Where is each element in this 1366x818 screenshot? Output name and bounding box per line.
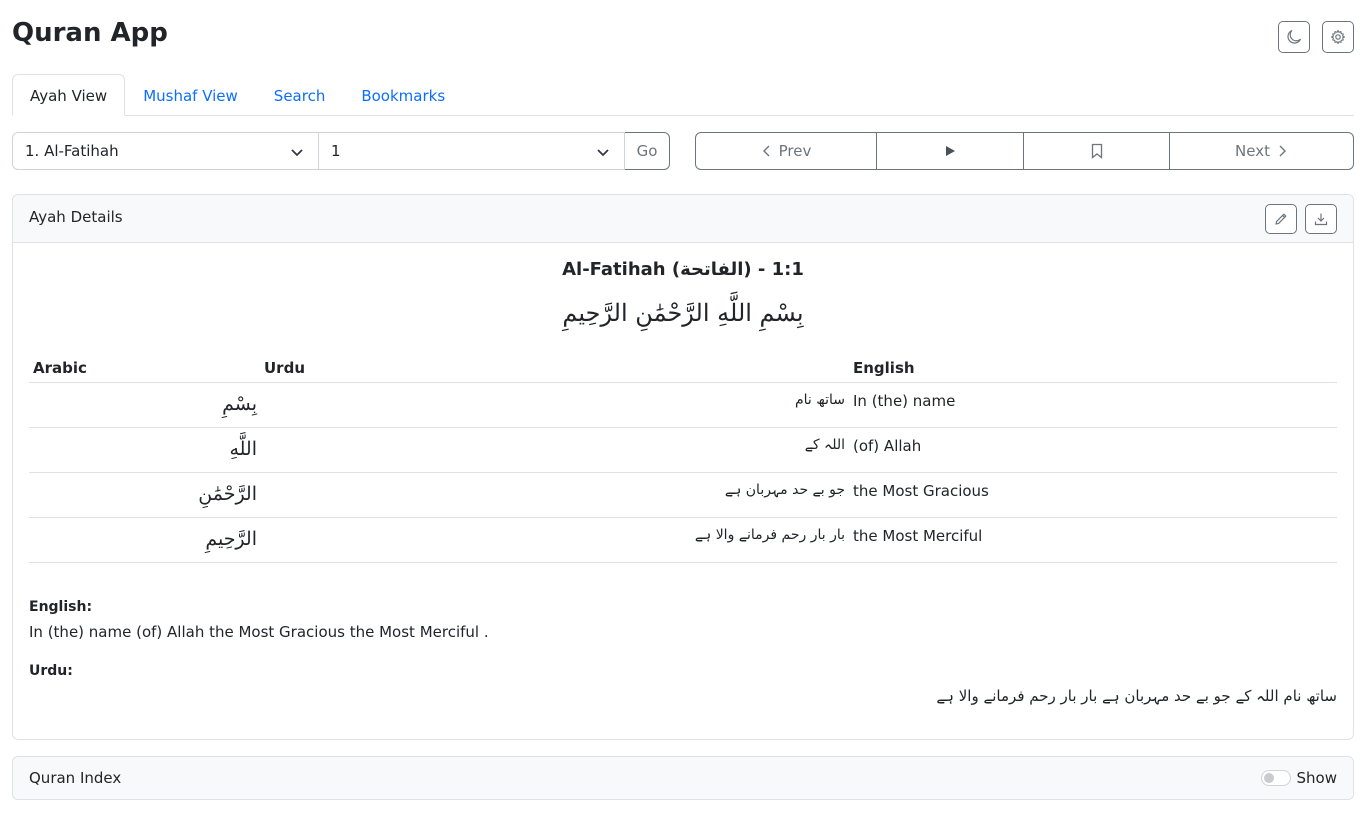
word-urdu: ساتھ نام bbox=[794, 392, 845, 408]
next-button[interactable]: Next bbox=[1169, 132, 1354, 170]
word-english: (of) Allah bbox=[853, 437, 922, 455]
english-translation-text: In (the) name (of) Allah the Most Gracio… bbox=[29, 623, 489, 641]
column-english: English bbox=[853, 359, 915, 377]
table-row: بِسْمِ ساتھ نام In (the) name bbox=[29, 383, 1337, 428]
settings-button[interactable] bbox=[1322, 21, 1354, 53]
ayah-details-header: Ayah Details bbox=[13, 195, 1353, 243]
show-index-label: Show bbox=[1296, 769, 1337, 787]
show-index-toggle[interactable] bbox=[1261, 770, 1291, 786]
ayah-navigation: Prev Next bbox=[695, 132, 1354, 170]
tab-bookmarks[interactable]: Bookmarks bbox=[343, 74, 463, 116]
ayah-select-value: 1 bbox=[331, 142, 341, 160]
urdu-translation-label: Urdu: bbox=[29, 663, 73, 679]
ayah-details-card: Ayah Details Al-Fatihah (الفاتحة) - 1:1 … bbox=[12, 194, 1354, 740]
table-row: اللَّهِ اللہ کے (of) Allah bbox=[29, 428, 1337, 473]
word-urdu: جو بے حد مہربان ہے bbox=[724, 482, 845, 498]
edit-button[interactable] bbox=[1265, 204, 1297, 234]
word-english: the Most Gracious bbox=[853, 482, 989, 500]
prev-button[interactable]: Prev bbox=[695, 132, 877, 170]
bookmark-button[interactable] bbox=[1023, 132, 1170, 170]
chevron-right-icon bbox=[1279, 145, 1286, 157]
quran-index-card: Quran Index Show bbox=[12, 756, 1354, 800]
word-arabic: الرَّحْمَٰنِ bbox=[198, 483, 257, 505]
app-title: Quran App bbox=[12, 18, 168, 48]
bookmark-icon bbox=[1091, 143, 1102, 159]
word-arabic: اللَّهِ bbox=[229, 438, 257, 460]
quran-index-title: Quran Index bbox=[29, 769, 122, 787]
tab-search[interactable]: Search bbox=[256, 74, 344, 116]
word-urdu: بار بار رحم فرمانے والا ہے bbox=[694, 527, 845, 543]
word-english: In (the) name bbox=[853, 392, 956, 410]
dark-mode-button[interactable] bbox=[1278, 21, 1310, 53]
app-header: Quran App bbox=[12, 14, 1354, 64]
tab-ayah-view[interactable]: Ayah View bbox=[12, 74, 126, 116]
chevron-left-icon bbox=[762, 145, 770, 157]
table-row: الرَّحِيمِ بار بار رحم فرمانے والا ہے th… bbox=[29, 518, 1337, 563]
column-arabic: Arabic bbox=[33, 359, 87, 377]
word-arabic: بِسْمِ bbox=[222, 393, 257, 415]
gear-icon bbox=[1330, 29, 1346, 45]
moon-icon bbox=[1287, 29, 1302, 44]
quran-index-header[interactable]: Quran Index Show bbox=[13, 757, 1353, 799]
toggle-knob bbox=[1264, 773, 1274, 783]
play-button[interactable] bbox=[876, 132, 1024, 170]
tab-mushaf-view[interactable]: Mushaf View bbox=[125, 74, 256, 116]
download-button[interactable] bbox=[1305, 204, 1337, 234]
main-tabs: Ayah View Mushaf View Search Bookmarks bbox=[12, 74, 1354, 116]
ayah-details-title: Ayah Details bbox=[29, 208, 123, 226]
word-urdu: اللہ کے bbox=[804, 437, 845, 453]
prev-label: Prev bbox=[778, 142, 812, 160]
table-header: Arabic Urdu English bbox=[29, 355, 1337, 383]
go-button[interactable]: Go bbox=[624, 132, 670, 170]
word-arabic: الرَّحِيمِ bbox=[205, 528, 257, 550]
word-english: the Most Merciful bbox=[853, 527, 983, 545]
play-icon bbox=[946, 146, 955, 156]
english-translation-label: English: bbox=[29, 599, 93, 615]
ayah-arabic-text: بِسْمِ اللَّهِ الرَّحْمَٰنِ الرَّحِيمِ bbox=[562, 299, 804, 327]
ayah-selector: 1. Al-Fatihah 1 Go bbox=[12, 132, 671, 170]
pencil-icon bbox=[1275, 213, 1287, 225]
download-icon bbox=[1314, 213, 1328, 226]
chevron-down-icon bbox=[597, 149, 609, 157]
ayah-reference-title: Al-Fatihah (الفاتحة) - 1:1 bbox=[562, 259, 804, 280]
chevron-down-icon bbox=[291, 149, 303, 157]
urdu-translation-text: ساتھ نام اللہ کے جو بے حد مہربان ہے بار … bbox=[936, 687, 1337, 705]
next-label: Next bbox=[1235, 142, 1270, 160]
surah-select-value: 1. Al-Fatihah bbox=[25, 142, 119, 160]
table-row: الرَّحْمَٰنِ جو بے حد مہربان ہے the Most… bbox=[29, 473, 1337, 518]
surah-select[interactable]: 1. Al-Fatihah bbox=[12, 132, 319, 170]
word-by-word-table: Arabic Urdu English بِسْمِ ساتھ نام In (… bbox=[29, 355, 1337, 563]
column-urdu: Urdu bbox=[264, 359, 305, 377]
ayah-select[interactable]: 1 bbox=[318, 132, 625, 170]
